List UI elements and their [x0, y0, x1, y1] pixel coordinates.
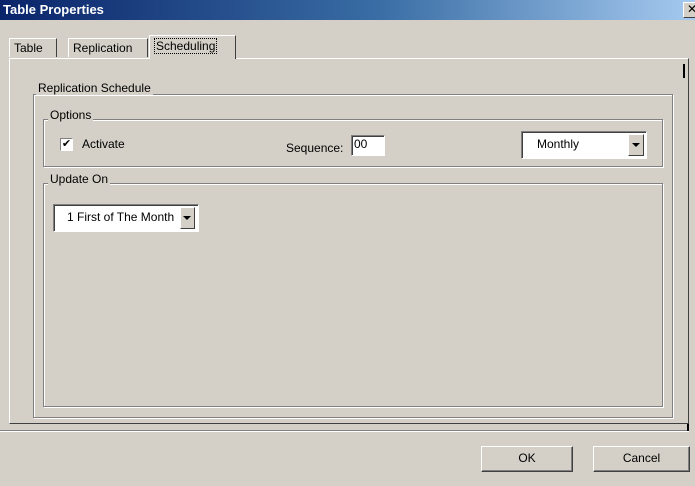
frequency-value: Monthly — [537, 137, 580, 151]
title-bar[interactable]: Table Properties — [0, 0, 695, 20]
tab-replication-label: Replication — [73, 41, 133, 55]
sequence-value: 00 — [354, 137, 368, 151]
table-properties-dialog: Table Properties ✕ Table Replication Sch… — [0, 0, 695, 486]
update-on-title: Update On — [48, 172, 111, 186]
frequency-select[interactable]: Monthly — [521, 131, 647, 159]
window-title: Table Properties — [3, 2, 104, 17]
update-day-value: 1 First of The Month — [67, 210, 175, 224]
tab-replication[interactable]: Replication — [68, 38, 148, 57]
options-title: Options — [48, 108, 94, 122]
cancel-button[interactable]: Cancel — [593, 446, 690, 472]
activate-checkbox[interactable]: ✔ — [60, 138, 73, 151]
ok-button[interactable]: OK — [481, 446, 573, 472]
chevron-down-icon — [632, 143, 640, 147]
tab-table[interactable]: Table — [9, 38, 57, 57]
tab-scheduling[interactable]: Scheduling — [149, 35, 236, 59]
replication-schedule-title: Replication Schedule — [36, 81, 153, 95]
sequence-input[interactable]: 00 — [351, 135, 385, 156]
close-icon: ✕ — [686, 2, 695, 16]
tab-table-label: Table — [14, 41, 43, 55]
divider — [0, 430, 689, 432]
update-day-dropdown-button[interactable] — [180, 207, 195, 229]
scroll-marker — [683, 64, 685, 78]
chevron-down-icon — [183, 216, 191, 220]
tab-scheduling-label: Scheduling — [154, 38, 218, 54]
check-icon: ✔ — [61, 138, 72, 150]
close-button[interactable]: ✕ — [683, 2, 695, 18]
sequence-label: Sequence: — [286, 141, 344, 155]
resize-marker — [687, 424, 689, 431]
update-day-select[interactable]: 1 First of The Month — [53, 204, 199, 232]
frequency-dropdown-button[interactable] — [628, 134, 644, 156]
activate-label: Activate — [82, 137, 125, 151]
